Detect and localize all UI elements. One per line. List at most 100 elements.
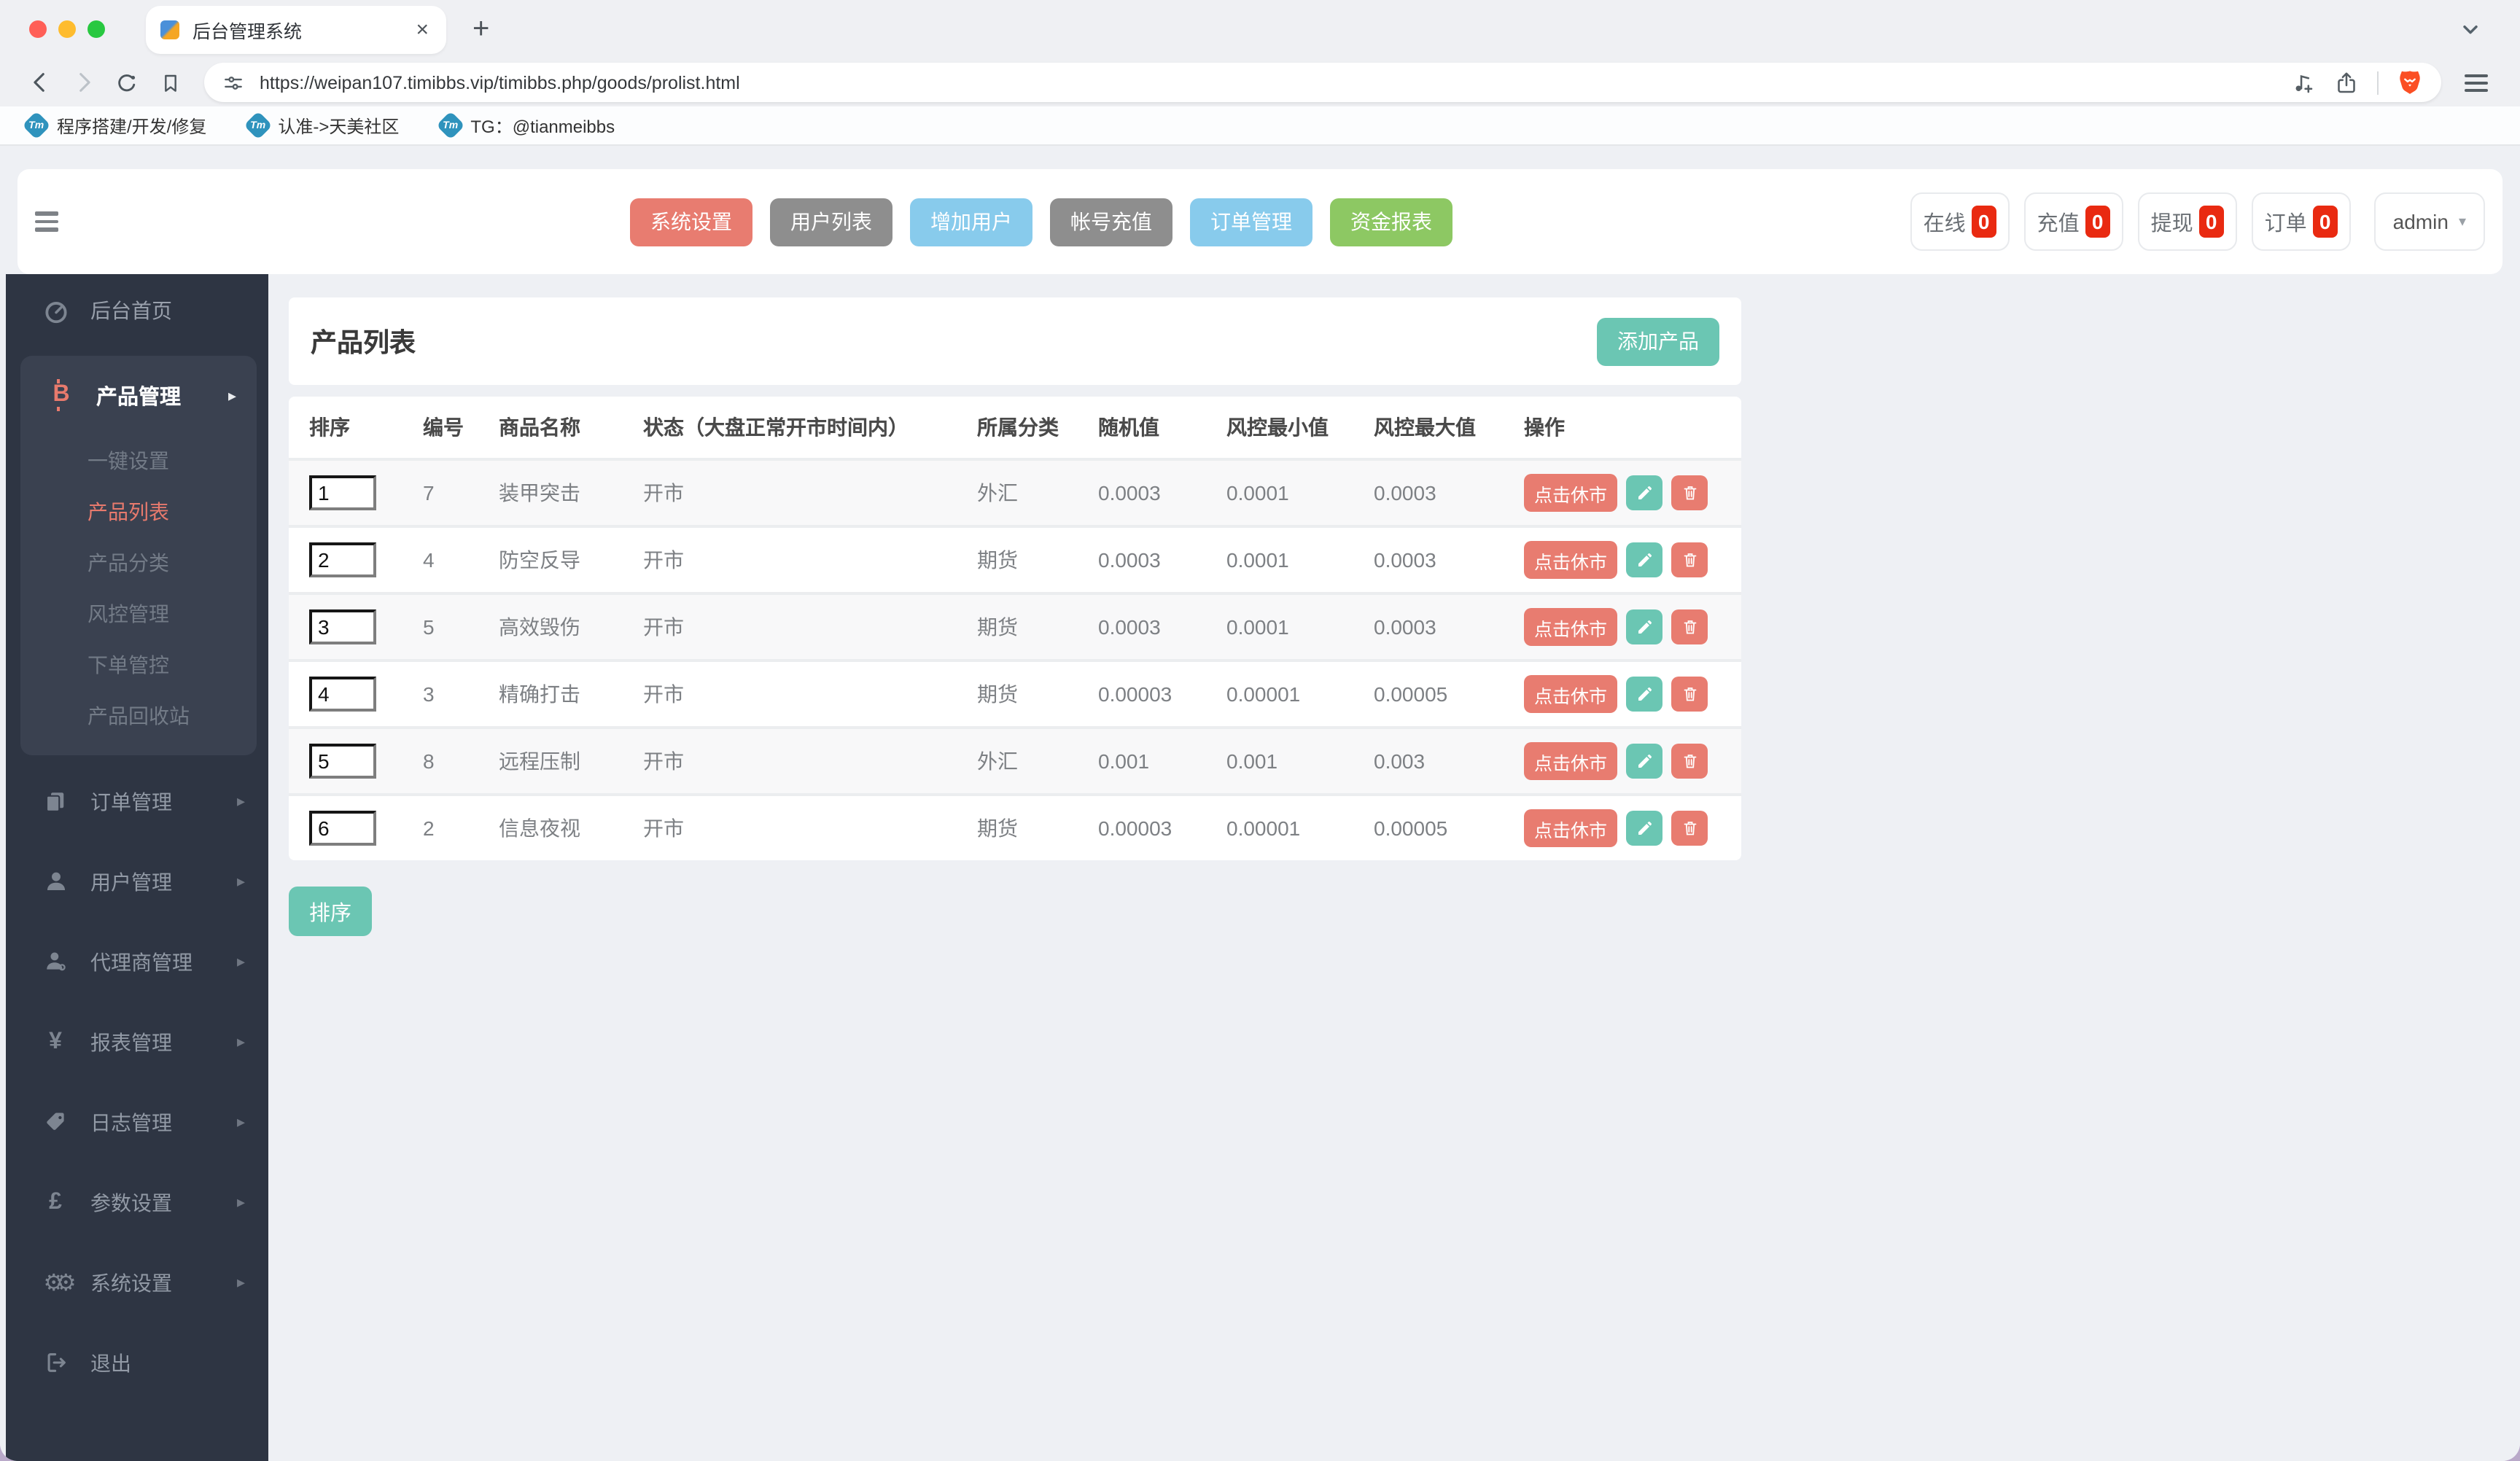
- nav-order-manage-button[interactable]: 订单管理: [1190, 198, 1312, 246]
- new-tab-button[interactable]: +: [472, 12, 489, 46]
- cell-name: 信息夜视: [499, 817, 580, 840]
- sidebar-toggle-icon[interactable]: [35, 211, 58, 232]
- brave-shield-icon[interactable]: [2396, 69, 2424, 96]
- toggle-market-button[interactable]: 点击休市: [1524, 474, 1618, 512]
- edit-button[interactable]: [1626, 475, 1663, 510]
- tab-title: 后台管理系统: [192, 21, 303, 42]
- delete-button[interactable]: [1671, 609, 1708, 644]
- browser-tab[interactable]: 后台管理系统 ×: [146, 5, 446, 53]
- toggle-market-button[interactable]: 点击休市: [1524, 675, 1618, 713]
- share-icon[interactable]: [2333, 69, 2360, 96]
- sidebar-item-label: 日志管理: [90, 1110, 172, 1134]
- minimize-window-button[interactable]: [58, 20, 76, 38]
- delete-button[interactable]: [1671, 811, 1708, 846]
- edit-button[interactable]: [1626, 811, 1663, 846]
- edit-button[interactable]: [1626, 609, 1663, 644]
- sidebar-item-users[interactable]: 用户管理 ▸: [6, 841, 268, 922]
- url-bar[interactable]: https://weipan107.timibbs.vip/timibbs.ph…: [204, 63, 2441, 102]
- nav-system-settings-button[interactable]: 系统设置: [630, 198, 752, 246]
- edit-button[interactable]: [1626, 542, 1663, 577]
- apply-sort-button[interactable]: 排序: [289, 887, 372, 936]
- toggle-market-button[interactable]: 点击休市: [1524, 608, 1618, 646]
- sidebar-item-orders[interactable]: 订单管理 ▸: [6, 761, 268, 841]
- back-icon[interactable]: [22, 65, 57, 100]
- sidebar-item-home[interactable]: 后台首页: [6, 274, 268, 347]
- bookmark-item[interactable]: Tm TG：@tianmeibbs: [435, 111, 615, 140]
- cell-status: 开市: [643, 615, 684, 639]
- delete-button[interactable]: [1671, 475, 1708, 510]
- url-text[interactable]: https://weipan107.timibbs.vip/timibbs.ph…: [260, 72, 2290, 93]
- bookmark-label: 认准->天美社区: [278, 116, 400, 136]
- sidebar-item-logout[interactable]: 退出: [6, 1322, 268, 1403]
- edit-button[interactable]: [1626, 744, 1663, 779]
- bookmark-icon[interactable]: [153, 65, 188, 100]
- sidebar-item-system-settings[interactable]: ⚙⚙ 系统设置 ▸: [6, 1242, 268, 1322]
- app-topbar: 系统设置 用户列表 增加用户 帐号充值 订单管理 资金报表 在线 0 充值 0 …: [18, 169, 2502, 274]
- title-card: 产品列表 添加产品: [289, 297, 1741, 385]
- media-playlist-icon[interactable]: [2290, 69, 2316, 96]
- sort-order-input[interactable]: [309, 542, 376, 577]
- bookmark-label: 程序搭建/开发/修复: [57, 116, 207, 136]
- toggle-market-button[interactable]: 点击休市: [1524, 541, 1618, 579]
- window-controls: [29, 20, 105, 38]
- sidebar-subitem-risk-manage[interactable]: 风控管理: [20, 588, 257, 639]
- status-online[interactable]: 在线 0: [1910, 192, 2010, 251]
- sidebar-subitem-product-list[interactable]: 产品列表: [20, 486, 257, 537]
- nav-add-user-button[interactable]: 增加用户: [910, 198, 1032, 246]
- sidebar-subitem-product-recycle[interactable]: 产品回收站: [20, 690, 257, 741]
- status-orders[interactable]: 订单 0: [2251, 192, 2351, 251]
- cell-risk-max: 0.0003: [1374, 548, 1436, 572]
- sort-order-input[interactable]: [309, 677, 376, 712]
- user-menu[interactable]: admin ▾: [2373, 192, 2485, 251]
- tab-favicon-icon: [160, 20, 179, 39]
- bookmark-item[interactable]: Tm 认准->天美社区: [243, 111, 400, 140]
- sidebar-item-product-manage[interactable]: B 产品管理 ▸: [20, 356, 257, 435]
- delete-button[interactable]: [1671, 542, 1708, 577]
- cell-risk-min: 0.0001: [1226, 548, 1289, 572]
- cell-random: 0.0003: [1098, 548, 1161, 572]
- cell-name: 精确打击: [499, 682, 580, 706]
- delete-button[interactable]: [1671, 744, 1708, 779]
- zoom-window-button[interactable]: [88, 20, 105, 38]
- sidebar-item-reports[interactable]: ¥ 报表管理 ▸: [6, 1002, 268, 1082]
- cell-risk-min: 0.0001: [1226, 481, 1289, 504]
- sort-order-input[interactable]: [309, 609, 376, 644]
- reload-icon[interactable]: [109, 65, 144, 100]
- status-withdraw[interactable]: 提现 0: [2137, 192, 2237, 251]
- pencil-icon: [1638, 553, 1651, 566]
- cell-product-id: 3: [423, 682, 435, 706]
- status-badge: 0: [2198, 206, 2224, 238]
- tm-logo-icon: Tm: [243, 111, 273, 140]
- status-recharge[interactable]: 充值 0: [2023, 192, 2123, 251]
- sidebar-item-parameters[interactable]: £ 参数设置 ▸: [6, 1162, 268, 1242]
- bookmark-item[interactable]: Tm 程序搭建/开发/修复: [22, 111, 207, 140]
- toggle-market-button[interactable]: 点击休市: [1524, 809, 1618, 847]
- browser-menu-icon[interactable]: [2465, 74, 2488, 91]
- add-product-button[interactable]: 添加产品: [1597, 317, 1719, 365]
- tab-search-chevron-icon[interactable]: [2459, 17, 2482, 41]
- sort-order-input[interactable]: [309, 744, 376, 779]
- bookmark-label: TG：@tianmeibbs: [470, 116, 615, 136]
- sidebar-subitem-order-control[interactable]: 下单管控: [20, 639, 257, 690]
- sort-order-input[interactable]: [309, 475, 376, 510]
- close-window-button[interactable]: [29, 20, 47, 38]
- cell-category: 外汇: [977, 749, 1018, 773]
- sort-order-input[interactable]: [309, 811, 376, 846]
- sidebar-item-agents[interactable]: 代理商管理 ▸: [6, 922, 268, 1002]
- forward-icon[interactable]: [66, 65, 101, 100]
- delete-button[interactable]: [1671, 677, 1708, 712]
- sidebar-item-logs[interactable]: 日志管理 ▸: [6, 1082, 268, 1162]
- sidebar-subitem-product-category[interactable]: 产品分类: [20, 537, 257, 588]
- tab-close-icon[interactable]: ×: [413, 18, 432, 40]
- cell-product-id: 4: [423, 548, 435, 572]
- nav-user-list-button[interactable]: 用户列表: [770, 198, 892, 246]
- sidebar-subitem-quick-setup[interactable]: 一键设置: [20, 435, 257, 486]
- nav-recharge-button[interactable]: 帐号充值: [1050, 198, 1172, 246]
- tab-strip: 后台管理系统 × +: [0, 0, 2520, 58]
- nav-fund-report-button[interactable]: 资金报表: [1330, 198, 1452, 246]
- toggle-market-button[interactable]: 点击休市: [1524, 742, 1618, 780]
- quick-nav: 系统设置 用户列表 增加用户 帐号充值 订单管理 资金报表: [630, 198, 1452, 246]
- edit-button[interactable]: [1626, 677, 1663, 712]
- sidebar-item-label: 代理商管理: [90, 950, 192, 973]
- cell-category: 期货: [977, 817, 1018, 840]
